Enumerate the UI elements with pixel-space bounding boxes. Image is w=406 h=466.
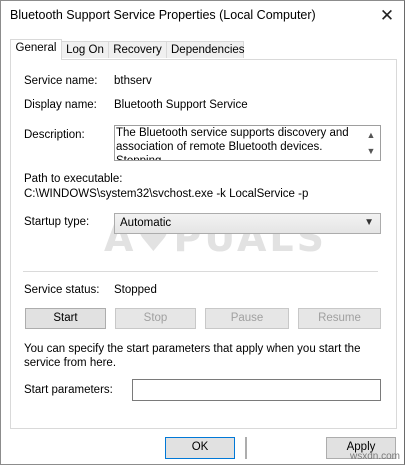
start-params-label: Start parameters: (24, 384, 113, 396)
divider (23, 271, 378, 272)
general-panel (10, 59, 397, 429)
title-bar: Bluetooth Support Service Properties (Lo… (1, 1, 404, 31)
scroll-up-icon[interactable]: ▲ (365, 129, 377, 141)
ok-button[interactable]: OK (165, 437, 235, 459)
display-name-label: Display name: (24, 99, 97, 111)
stop-button[interactable]: Stop (115, 308, 196, 329)
pause-button[interactable]: Pause (205, 308, 289, 329)
chevron-down-icon: ▼ (364, 217, 374, 228)
description-box[interactable]: The Bluetooth service supports discovery… (114, 125, 381, 161)
service-status-label: Service status: (24, 284, 100, 296)
corner-watermark-text: wsxdn.com (349, 451, 400, 462)
description-label: Description: (24, 129, 85, 141)
tab-general[interactable]: General (10, 39, 62, 60)
tab-recovery[interactable]: Recovery (108, 41, 167, 58)
scroll-down-icon[interactable]: ▼ (365, 145, 377, 157)
properties-dialog: Bluetooth Support Service Properties (Lo… (0, 0, 405, 465)
start-params-input[interactable] (132, 379, 381, 401)
tab-dependencies[interactable]: Dependencies (166, 41, 245, 58)
close-icon[interactable]: ✕ (376, 5, 398, 27)
start-button[interactable]: Start (25, 308, 106, 329)
service-status-value: Stopped (114, 284, 157, 296)
path-value: C:\WINDOWS\system32\svchost.exe -k Local… (24, 188, 309, 200)
service-name-value: bthserv (114, 75, 152, 87)
startup-type-select[interactable]: Automatic ▼ (114, 213, 381, 234)
start-params-hint: You can specify the start parameters tha… (24, 343, 361, 369)
description-text: The Bluetooth service supports discovery… (116, 127, 349, 161)
resume-button[interactable]: Resume (298, 308, 381, 329)
display-name-value: Bluetooth Support Service (114, 99, 248, 111)
path-label: Path to executable: (24, 173, 123, 185)
startup-type-value: Automatic (120, 217, 172, 229)
startup-type-label: Startup type: (24, 216, 90, 228)
service-name-label: Service name: (24, 75, 98, 87)
tab-log-on[interactable]: Log On (61, 41, 109, 58)
spacer (245, 437, 247, 459)
window-title: Bluetooth Support Service Properties (Lo… (10, 8, 316, 22)
